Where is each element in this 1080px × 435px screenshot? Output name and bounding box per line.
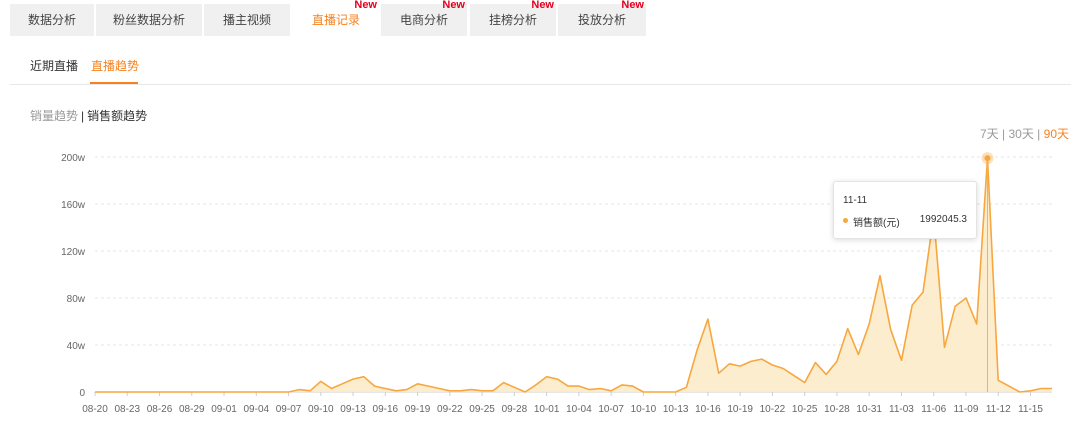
x-tick-label: 10-31	[856, 404, 882, 415]
x-tick-label: 09-28	[502, 404, 528, 415]
x-tick-label: 10-13	[663, 404, 689, 415]
y-tick-label: 0	[79, 388, 85, 399]
x-tick-label: 08-26	[147, 404, 173, 415]
x-tick-label: 09-04	[244, 404, 270, 415]
tooltip-date: 11-11	[843, 195, 868, 206]
x-tick-label: 10-07	[598, 404, 624, 415]
x-tick-label: 10-04	[566, 404, 592, 415]
x-tick-label: 10-16	[695, 404, 721, 415]
y-tick-label: 200w	[61, 153, 86, 164]
x-tick-label: 10-22	[760, 404, 786, 415]
x-tick-label: 08-29	[179, 404, 205, 415]
x-tick-label: 11-06	[921, 404, 946, 415]
x-tick-label: 09-16	[373, 404, 399, 415]
y-tick-label: 120w	[61, 247, 86, 258]
chart-tooltip: 11-11 销售额(元) 1992045.3	[833, 181, 977, 239]
tooltip-series-name: 销售额(元)	[853, 218, 900, 229]
x-tick-label: 09-10	[308, 404, 334, 415]
x-tick-label: 11-15	[1018, 404, 1043, 415]
x-tick-label: 09-07	[276, 404, 302, 415]
x-tick-label: 09-13	[340, 404, 366, 415]
x-tick-label: 08-20	[82, 404, 108, 415]
y-tick-label: 40w	[67, 341, 86, 352]
tooltip-series-dot	[843, 218, 848, 223]
x-tick-label: 11-09	[954, 404, 979, 415]
x-tick-label: 09-19	[405, 404, 431, 415]
x-tick-label: 10-10	[631, 404, 657, 415]
x-tick-label: 09-22	[437, 404, 463, 415]
y-tick-label: 80w	[67, 294, 86, 305]
x-tick-label: 09-25	[469, 404, 495, 415]
x-tick-label: 08-23	[114, 404, 140, 415]
tooltip-value: 1992045.3	[919, 214, 967, 225]
y-tick-label: 160w	[61, 200, 86, 211]
highlight-point	[984, 155, 991, 162]
x-tick-label: 10-25	[792, 404, 818, 415]
x-tick-label: 09-01	[211, 404, 237, 415]
x-tick-label: 11-03	[889, 404, 914, 415]
x-tick-label: 10-19	[727, 404, 753, 415]
x-tick-label: 11-12	[986, 404, 1011, 415]
x-tick-label: 10-01	[534, 404, 560, 415]
x-tick-label: 10-28	[824, 404, 850, 415]
